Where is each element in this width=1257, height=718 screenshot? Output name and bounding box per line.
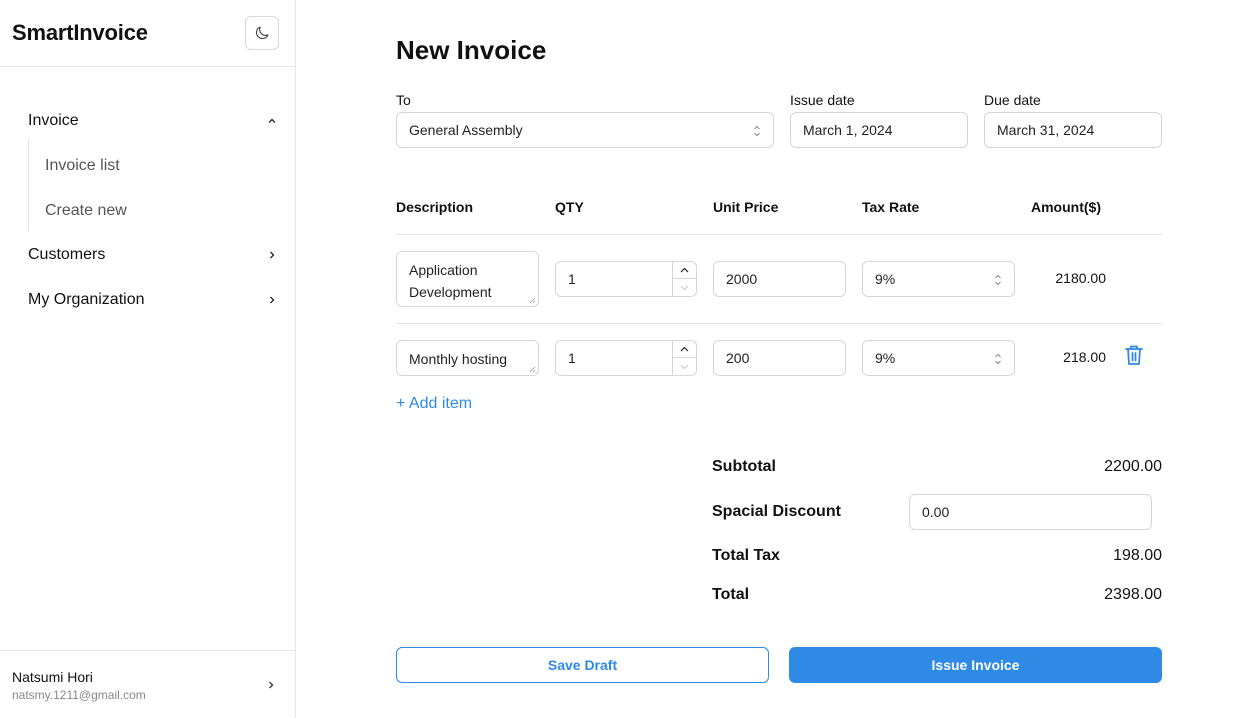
subtotal-value: 2200.00 — [1104, 458, 1162, 475]
increment-button[interactable] — [673, 262, 696, 279]
line-amount: 218.00 — [1063, 349, 1106, 365]
due-date-label: Due date — [984, 92, 1041, 108]
page-title: New Invoice — [396, 35, 547, 65]
sidebar-item-customers[interactable]: Customers — [28, 240, 278, 270]
qty-value: 1 — [568, 350, 576, 366]
stepper-buttons — [672, 262, 696, 296]
description-input[interactable]: Monthly hosting — [396, 340, 539, 376]
select-arrows-icon — [995, 274, 1001, 286]
total-tax-label: Total Tax — [712, 547, 780, 564]
unit-price-value: 200 — [726, 350, 750, 366]
issue-date-value: March 1, 2024 — [803, 122, 893, 138]
description-value: Application Development — [409, 262, 492, 300]
user-name: Natsumi Hori — [12, 669, 93, 685]
issue-date-label: Issue date — [790, 92, 855, 108]
chevron-up-icon — [680, 346, 689, 352]
chevron-up-icon — [680, 267, 689, 273]
tax-rate-value: 9% — [875, 350, 896, 366]
sidebar-item-invoice[interactable]: Invoice — [28, 106, 278, 136]
user-profile-button[interactable]: Natsumi Hori natsmy.1211@gmail.com — [0, 650, 295, 718]
unit-price-input[interactable]: 2000 — [713, 261, 846, 297]
sidebar-item-label: Customers — [28, 246, 106, 263]
unit-price-value: 2000 — [726, 271, 758, 287]
main-content: New Invoice To General Assembly Issue da… — [296, 0, 1257, 718]
customer-select-value: General Assembly — [409, 122, 523, 138]
resize-handle-icon[interactable] — [529, 297, 536, 304]
subtotal-label: Subtotal — [712, 458, 776, 475]
select-arrows-icon — [995, 353, 1001, 365]
sidebar-item-label: My Organization — [28, 291, 145, 308]
discount-value: 0.00 — [922, 504, 950, 520]
customer-select[interactable]: General Assembly — [396, 112, 774, 148]
decrement-button[interactable] — [673, 279, 696, 296]
total-value: 2398.00 — [1104, 586, 1162, 603]
issue-invoice-button[interactable]: Issue Invoice — [789, 647, 1162, 683]
increment-button[interactable] — [673, 341, 696, 358]
decrement-button[interactable] — [673, 358, 696, 375]
qty-stepper[interactable]: 1 — [555, 340, 697, 376]
column-header-unit-price: Unit Price — [713, 199, 779, 215]
theme-toggle-button[interactable] — [245, 16, 279, 50]
issue-date-input[interactable]: March 1, 2024 — [790, 112, 968, 148]
line-amount: 2180.00 — [1055, 270, 1106, 286]
app-logo: SmartInvoice — [12, 20, 148, 45]
tax-rate-value: 9% — [875, 271, 896, 287]
trash-icon[interactable] — [1124, 344, 1144, 366]
table-header-divider — [396, 234, 1162, 235]
user-email: natsmy.1211@gmail.com — [12, 688, 146, 702]
column-header-qty: QTY — [555, 199, 584, 215]
unit-price-input[interactable]: 200 — [713, 340, 846, 376]
row-divider — [396, 323, 1162, 324]
moon-icon — [255, 26, 269, 40]
add-item-link[interactable]: + Add item — [396, 395, 472, 413]
sidebar-subitem-invoice-list[interactable]: Invoice list — [45, 157, 120, 175]
column-header-amount: Amount($) — [1031, 199, 1101, 215]
submenu-divider — [28, 139, 29, 231]
resize-handle-icon[interactable] — [529, 366, 536, 373]
total-tax-value: 198.00 — [1113, 547, 1162, 564]
stepper-buttons — [672, 341, 696, 375]
sidebar-subitem-create-new[interactable]: Create new — [45, 202, 127, 220]
column-header-tax-rate: Tax Rate — [862, 199, 920, 215]
due-date-input[interactable]: March 31, 2024 — [984, 112, 1162, 148]
to-label: To — [396, 92, 411, 108]
tax-rate-select[interactable]: 9% — [862, 261, 1015, 297]
due-date-value: March 31, 2024 — [997, 122, 1095, 138]
sidebar-header: SmartInvoice — [0, 0, 295, 67]
chevron-right-icon — [266, 249, 278, 261]
chevron-up-icon — [266, 115, 278, 127]
tax-rate-select[interactable]: 9% — [862, 340, 1015, 376]
sidebar-item-my-organization[interactable]: My Organization — [28, 285, 278, 315]
total-label: Total — [712, 586, 750, 603]
chevron-right-icon — [269, 681, 274, 689]
qty-value: 1 — [568, 271, 576, 287]
save-draft-button[interactable]: Save Draft — [396, 647, 769, 683]
chevron-down-icon — [680, 364, 689, 369]
description-value: Monthly hosting — [409, 351, 508, 367]
chevron-down-icon — [680, 285, 689, 290]
select-arrows-icon — [754, 125, 760, 137]
description-input[interactable]: Application Development — [396, 251, 539, 307]
sidebar: SmartInvoice Invoice Invoice list Create… — [0, 0, 296, 718]
column-header-description: Description — [396, 199, 474, 215]
sidebar-item-label: Invoice — [28, 112, 79, 129]
discount-input[interactable]: 0.00 — [909, 494, 1152, 530]
chevron-right-icon — [266, 294, 278, 306]
discount-label: Spacial Discount — [712, 503, 841, 520]
qty-stepper[interactable]: 1 — [555, 261, 697, 297]
